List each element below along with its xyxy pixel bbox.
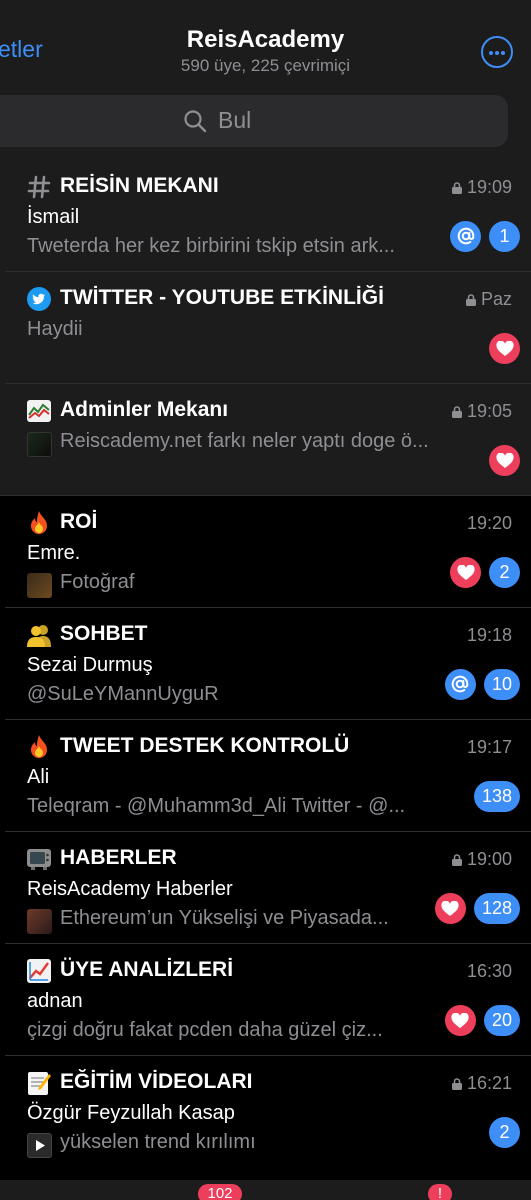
mention-badge: [450, 221, 481, 252]
people-emoji-icon: [26, 622, 52, 648]
group-title[interactable]: ReisAcademy: [0, 26, 531, 54]
unread-count-badge: 10: [483, 669, 520, 700]
topic-row[interactable]: Adminler Mekanı 19:05 Reiscademy.net far…: [0, 384, 531, 496]
topic-title: ÜYE ANALİZLERİ: [60, 958, 234, 981]
last-sender: Sezai Durmuş: [27, 654, 153, 676]
hashtag-icon: [26, 174, 52, 200]
fire-emoji-icon: [26, 510, 52, 536]
heart-reaction-badge: [434, 893, 466, 924]
topic-title: TWİTTER - YOUTUBE ETKİNLİĞİ: [60, 286, 384, 309]
topic-time: 19:17: [466, 737, 512, 757]
more-options-icon[interactable]: [481, 36, 513, 68]
mention-badge: [444, 669, 476, 700]
unread-count-badge: 20: [483, 1005, 520, 1036]
topic-row[interactable]: ÜYE ANALİZLERİ 16:30 adnan çizgi doğru f…: [0, 944, 531, 1056]
topic-time: 19:20: [466, 513, 512, 533]
search-icon: [184, 110, 207, 133]
topic-title: REİSİN MEKANI: [60, 174, 219, 197]
message-preview: Reiscademy.net farkı neler yaptı doge ö.…: [60, 430, 429, 452]
topic-row[interactable]: TWEET DESTEK KONTROLÜ 19:17 Ali Teleqram…: [0, 720, 531, 832]
topic-row[interactable]: ROİ 19:20 Emre. Fotoğraf 2: [0, 496, 531, 608]
media-thumbnail: [27, 432, 52, 457]
topic-time: 19:09: [466, 177, 512, 197]
message-preview: Teleqram - @Muhamm3d_Ali Twitter - @...: [27, 795, 406, 817]
topic-title: Adminler Mekanı: [60, 398, 229, 421]
group-subtitle: 590 üye, 225 çevrimiçi: [180, 56, 351, 75]
message-preview: Haydii: [27, 318, 83, 340]
topic-time: 19:18: [466, 625, 512, 645]
settings-tab-badge[interactable]: !: [428, 1184, 452, 1200]
topic-title: ROİ: [60, 510, 98, 533]
lock-icon: [451, 182, 462, 194]
message-preview: @SuLeYMannUyguR: [27, 683, 219, 705]
last-sender: Emre.: [27, 542, 81, 564]
search-placeholder: Bul: [218, 107, 252, 133]
message-preview: yükselen trend kırılımı: [60, 1131, 256, 1153]
last-sender: İsmail: [27, 206, 80, 228]
lock-icon: [451, 854, 462, 866]
memo-emoji-icon: [26, 1070, 52, 1096]
topic-row[interactable]: TWİTTER - YOUTUBE ETKİNLİĞİ Paz Haydii: [0, 272, 531, 384]
message-preview: Ethereum’un Yükselişi ve Piyasada...: [60, 907, 389, 929]
last-sender: Özgür Feyzullah Kasap: [27, 1102, 235, 1124]
last-sender: adnan: [27, 990, 83, 1012]
heart-reaction-badge: [450, 557, 481, 588]
search-bar[interactable]: Bul: [0, 95, 508, 147]
message-preview: Fotoğraf: [60, 571, 135, 593]
topic-title: EĞİTİM VİDEOLARI: [60, 1070, 253, 1093]
media-thumbnail: [27, 573, 52, 598]
chart-emoji-icon: [26, 398, 52, 424]
topic-row[interactable]: HABERLER 19:00 ReisAcademy Haberler Ethe…: [0, 832, 531, 944]
topic-time: 16:21: [466, 1073, 512, 1093]
video-thumbnail: [27, 1133, 52, 1158]
unread-count-badge: 2: [489, 1117, 520, 1148]
topic-time: 19:00: [466, 849, 512, 869]
topic-list: REİSİN MEKANI 19:09 İsmail Tweterda her …: [0, 160, 531, 1168]
topic-time: 16:30: [466, 961, 512, 981]
fire-emoji-icon: [26, 734, 52, 760]
message-preview: çizgi doğru fakat pcden daha güzel çiz..…: [27, 1019, 383, 1041]
unread-count-badge: 1: [489, 221, 520, 252]
unread-count-badge: 128: [473, 893, 520, 924]
topic-title: SOHBET: [60, 622, 148, 645]
unread-count-badge: 2: [489, 557, 520, 588]
chart-up-emoji-icon: [26, 958, 52, 984]
lock-icon: [465, 294, 476, 306]
unread-count-badge: 138: [473, 781, 520, 812]
topic-time: 19:05: [466, 401, 512, 421]
topic-row[interactable]: REİSİN MEKANI 19:09 İsmail Tweterda her …: [0, 160, 531, 272]
topic-row[interactable]: EĞİTİM VİDEOLARI 16:21 Özgür Feyzullah K…: [0, 1056, 531, 1168]
media-thumbnail: [27, 909, 52, 934]
heart-reaction-badge: [489, 333, 520, 364]
chat-header: etler ReisAcademy 590 üye, 225 çevrimiçi…: [0, 0, 531, 160]
lock-icon: [451, 406, 462, 418]
topic-title: HABERLER: [60, 846, 177, 869]
topic-row[interactable]: SOHBET 19:18 Sezai Durmuş @SuLeYMannUygu…: [0, 608, 531, 720]
chats-tab-badge[interactable]: 102: [198, 1184, 242, 1200]
lock-icon: [451, 1078, 462, 1090]
heart-reaction-badge: [444, 1005, 476, 1036]
message-preview: Tweterda her kez birbirini tskip etsin a…: [27, 235, 395, 257]
heart-reaction-badge: [489, 445, 520, 476]
topic-title: TWEET DESTEK KONTROLÜ: [60, 734, 350, 757]
tv-emoji-icon: [26, 846, 52, 872]
last-sender: ReisAcademy Haberler: [27, 878, 233, 900]
topic-time: Paz: [480, 289, 512, 309]
last-sender: Ali: [27, 766, 50, 788]
twitter-bird-icon: [26, 286, 52, 312]
